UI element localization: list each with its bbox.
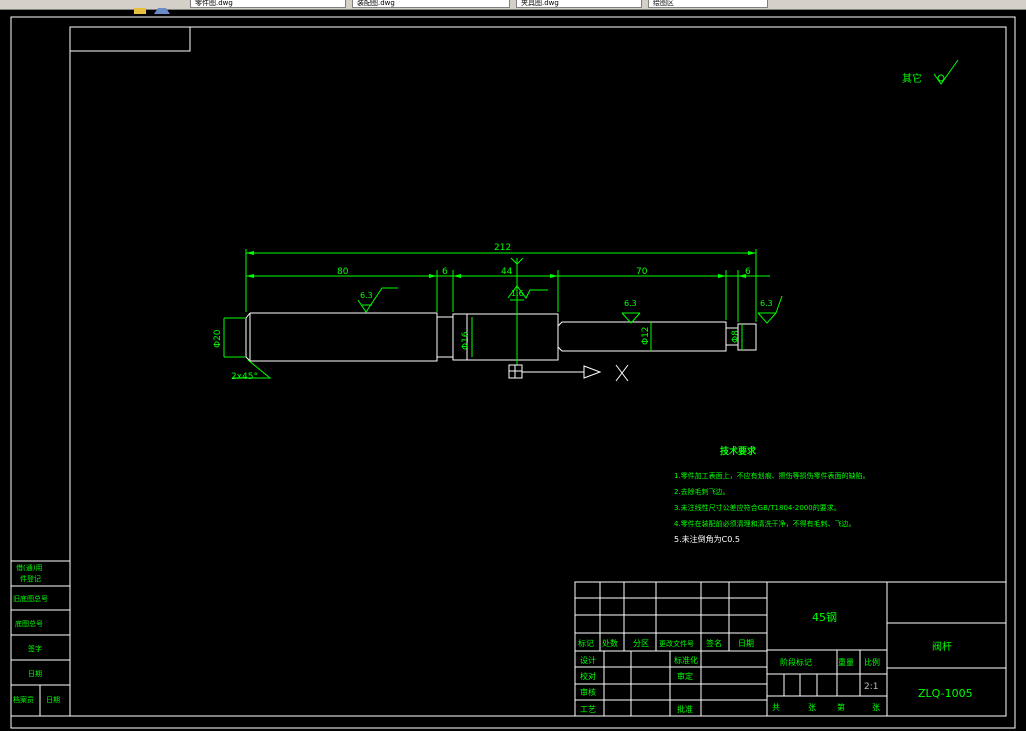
side-row-3: 旧底图总号: [13, 594, 48, 603]
side-bottom-2: 日期: [46, 696, 60, 704]
shaft-section-1: [245, 312, 438, 362]
roughness-value-1: 6.3: [360, 291, 373, 300]
roughness-symbols: [357, 285, 783, 324]
tb-label-6: 日期: [738, 639, 754, 648]
title-block-texts: 标记 处数 分区 更改文件号 签名 日期 设计 标准化 校对 审定 审核 工艺 …: [578, 611, 973, 714]
paper-border: [10, 16, 1016, 729]
dim-44: 44: [501, 267, 513, 277]
tb-scale-label: 比例: [864, 657, 880, 667]
tech-req-item-2: 2.去除毛刺飞边。: [674, 487, 730, 496]
dim-dia12: Φ12: [641, 326, 651, 345]
technical-requirements: 技术要求 1.零件加工表面上，不应有划痕、擦伤等损伤零件表面的缺陷。 2.去除毛…: [674, 445, 870, 544]
dim-dia16: Φ16: [461, 331, 471, 350]
tb-sign-review: 审核: [580, 687, 596, 697]
dim-80: 80: [337, 267, 349, 277]
roughness-values: 6.3 1.6 6.3 6.3: [360, 289, 773, 308]
tech-req-title: 技术要求: [720, 445, 757, 457]
tb-sign-process: 工艺: [580, 705, 596, 714]
side-row-6: 日期: [28, 670, 42, 678]
tb-sheet-3: 第: [837, 702, 845, 712]
dim-overall: 212: [494, 243, 511, 253]
tb-sign-check: 校对: [580, 671, 596, 681]
tb-drawing-no: ZLQ-1005: [918, 687, 973, 700]
roughness-check-icon: [933, 59, 959, 85]
side-row-2: 件登记: [20, 574, 41, 583]
side-row-1: 借(通)用: [16, 563, 42, 572]
tb-sign-approve: 批准: [677, 704, 693, 714]
tab-2[interactable]: 装配图.dwg: [352, 0, 510, 8]
tech-req-item-4: 4.零件在装配前必须清理和清洗干净，不得有毛刺、飞边。: [674, 519, 856, 528]
tb-label-1: 标记: [578, 638, 594, 648]
dim-6a: 6: [442, 267, 448, 277]
tb-sheet-1: 共: [772, 703, 780, 712]
side-row-5: 签字: [28, 644, 42, 653]
tab-1[interactable]: 零件图.dwg: [190, 0, 346, 8]
tb-scale-value: 2:1: [864, 682, 878, 692]
side-register-block: [10, 560, 71, 717]
tb-weight-label: 重量: [838, 657, 854, 667]
toolbar-icons[interactable]: [132, 0, 178, 14]
tb-sheet-4: 张: [872, 703, 880, 712]
tb-label-4: 更改文件号: [659, 639, 694, 648]
tb-part-name: 阀杆: [932, 640, 952, 653]
side-row-4: 底图总号: [15, 619, 43, 628]
dim-6b: 6: [745, 267, 751, 277]
roughness-other-note: 其它: [902, 59, 959, 85]
dim-chamfer: 2x45°: [231, 372, 258, 382]
roughness-value-3: 6.3: [624, 299, 637, 308]
tab-3[interactable]: 夹具图.dwg: [516, 0, 642, 8]
code-box: [69, 26, 191, 52]
tb-sign-approve-final: 审定: [677, 671, 693, 681]
tech-req-item-5: 5.未注倒角为C0.5: [674, 534, 740, 544]
ucs-icon[interactable]: [508, 364, 629, 382]
cad-drawing-canvas[interactable]: 其它 212 80 6 44 70 6 Φ20 Φ16 Φ12 Φ8 2x45°…: [0, 9, 1026, 731]
tb-sign-design: 设计: [580, 655, 596, 665]
tech-req-item-1: 1.零件加工表面上，不应有划痕、擦伤等损伤零件表面的缺陷。: [674, 471, 870, 480]
tech-req-item-3: 3.未注线性尺寸公差应符合GB/T1804-2000的要求。: [674, 503, 841, 512]
tb-sheet-2: 张: [808, 703, 816, 712]
side-register-texts: 借(通)用 件登记 旧底图总号 底图总号 签字 日期 档案员 日期: [13, 563, 60, 704]
tb-stage-label: 阶段标记: [780, 657, 812, 667]
dim-dia8: Φ8: [731, 330, 741, 343]
shaft-geometry: [245, 312, 757, 362]
tb-material: 45钢: [812, 611, 837, 624]
roughness-value-4: 6.3: [760, 299, 773, 308]
dim-70: 70: [636, 267, 648, 277]
side-bottom-1: 档案员: [13, 695, 34, 704]
shaft-undercut: [436, 316, 454, 358]
tab-4[interactable]: 绘图区: [648, 0, 768, 8]
tb-sign-std: 标准化: [674, 655, 698, 665]
tb-label-5: 签名: [706, 638, 722, 648]
dim-dia20: Φ20: [213, 329, 223, 348]
tb-label-2: 处数: [602, 638, 618, 648]
roughness-other-label: 其它: [902, 72, 922, 85]
tb-label-3: 分区: [633, 639, 649, 648]
